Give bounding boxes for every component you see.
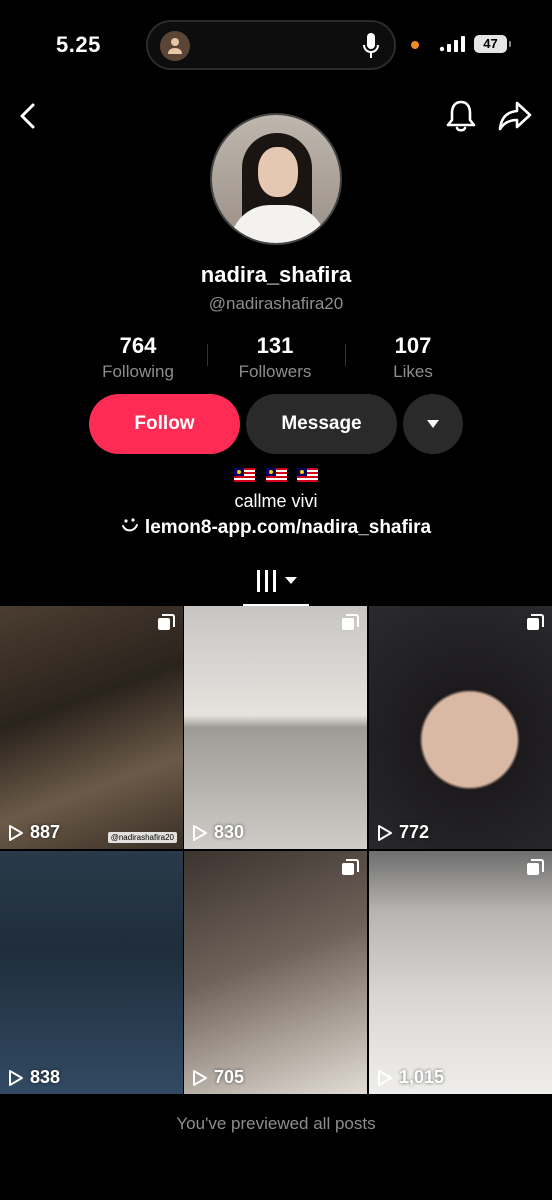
chevron-left-icon xyxy=(20,103,35,129)
share-button[interactable] xyxy=(497,99,533,133)
notification-bell-button[interactable] xyxy=(444,98,478,134)
posts-grid: 887 @nadirashafira20 830 772 838 705 1,0… xyxy=(0,606,552,1094)
display-name: nadira_shafira xyxy=(200,262,352,287)
malaysia-flag-icon xyxy=(265,467,287,482)
post-thumbnail[interactable]: 772 xyxy=(369,606,552,849)
stat-following[interactable]: 764 Following xyxy=(68,333,208,382)
end-of-posts-message: You've previewed all posts xyxy=(176,1114,376,1133)
stat-value: 107 xyxy=(394,333,432,358)
malaysia-flag-icon xyxy=(234,467,256,482)
videos-tab[interactable] xyxy=(255,566,299,601)
stat-label: Following xyxy=(102,362,174,381)
photo-carousel-icon xyxy=(527,614,544,630)
view-count-text: 1,015 xyxy=(399,1067,445,1087)
photo-carousel-icon xyxy=(342,614,359,630)
photo-carousel-icon xyxy=(342,859,359,875)
watermark: @nadirashafira20 xyxy=(107,832,177,843)
photo-carousel-icon xyxy=(527,859,544,875)
profile-avatar[interactable] xyxy=(210,113,342,245)
view-count-text: 838 xyxy=(30,1067,61,1087)
stat-followers[interactable]: 131 Followers xyxy=(205,333,345,382)
view-count: 830 xyxy=(192,822,244,843)
play-icon xyxy=(9,824,23,841)
view-count-text: 887 xyxy=(30,822,61,842)
person-icon xyxy=(160,31,190,61)
dynamic-island[interactable] xyxy=(146,20,396,70)
view-count: 705 xyxy=(192,1067,244,1088)
content-tabs xyxy=(0,562,552,606)
username: @nadirashafira20 xyxy=(208,294,344,313)
view-count-text: 830 xyxy=(214,822,245,842)
profile-link-text: lemon8-app.com/nadira_shafira xyxy=(144,517,432,539)
play-icon xyxy=(378,1069,392,1086)
stat-likes[interactable]: 107 Likes xyxy=(343,333,483,382)
battery-icon: 47 xyxy=(474,35,511,53)
play-icon xyxy=(193,1069,207,1086)
lemon8-link-icon xyxy=(121,517,139,539)
play-icon xyxy=(193,824,207,841)
bell-icon xyxy=(446,100,476,132)
profile-link[interactable]: lemon8-app.com/nadira_shafira xyxy=(0,517,552,539)
view-count: 1,015 xyxy=(377,1067,444,1088)
post-thumbnail[interactable]: 838 xyxy=(0,851,183,1094)
post-thumbnail[interactable]: 705 xyxy=(184,851,367,1094)
share-arrow-icon xyxy=(498,101,532,131)
caret-down-icon xyxy=(427,420,439,428)
stat-value: 131 xyxy=(256,333,294,358)
message-button[interactable]: Message xyxy=(246,394,397,454)
post-thumbnail[interactable]: 887 @nadirashafira20 xyxy=(0,606,183,849)
post-thumbnail[interactable]: 830 xyxy=(184,606,367,849)
malaysia-flag-icon xyxy=(296,467,318,482)
status-time: 5.25 xyxy=(56,32,101,57)
suggested-accounts-button[interactable] xyxy=(403,394,463,454)
post-thumbnail[interactable]: 1,015 xyxy=(369,851,552,1094)
microphone-icon xyxy=(362,32,380,65)
play-icon xyxy=(9,1069,23,1086)
stat-value: 764 xyxy=(119,333,157,358)
grid-icon xyxy=(257,570,297,592)
view-count-text: 772 xyxy=(399,822,430,842)
back-button[interactable] xyxy=(14,100,42,132)
view-count-text: 705 xyxy=(214,1067,245,1087)
view-count: 772 xyxy=(377,822,429,843)
follow-button[interactable]: Follow xyxy=(89,394,240,454)
bio-text: callme vivi xyxy=(234,491,318,511)
view-count: 887 xyxy=(8,822,60,843)
view-count: 838 xyxy=(8,1067,60,1088)
play-icon xyxy=(378,824,392,841)
bio-flags xyxy=(0,466,552,484)
stat-label: Likes xyxy=(393,362,433,381)
signal-icon xyxy=(439,36,467,57)
stat-label: Followers xyxy=(238,362,312,381)
photo-carousel-icon xyxy=(158,614,175,630)
recording-indicator xyxy=(411,41,419,49)
